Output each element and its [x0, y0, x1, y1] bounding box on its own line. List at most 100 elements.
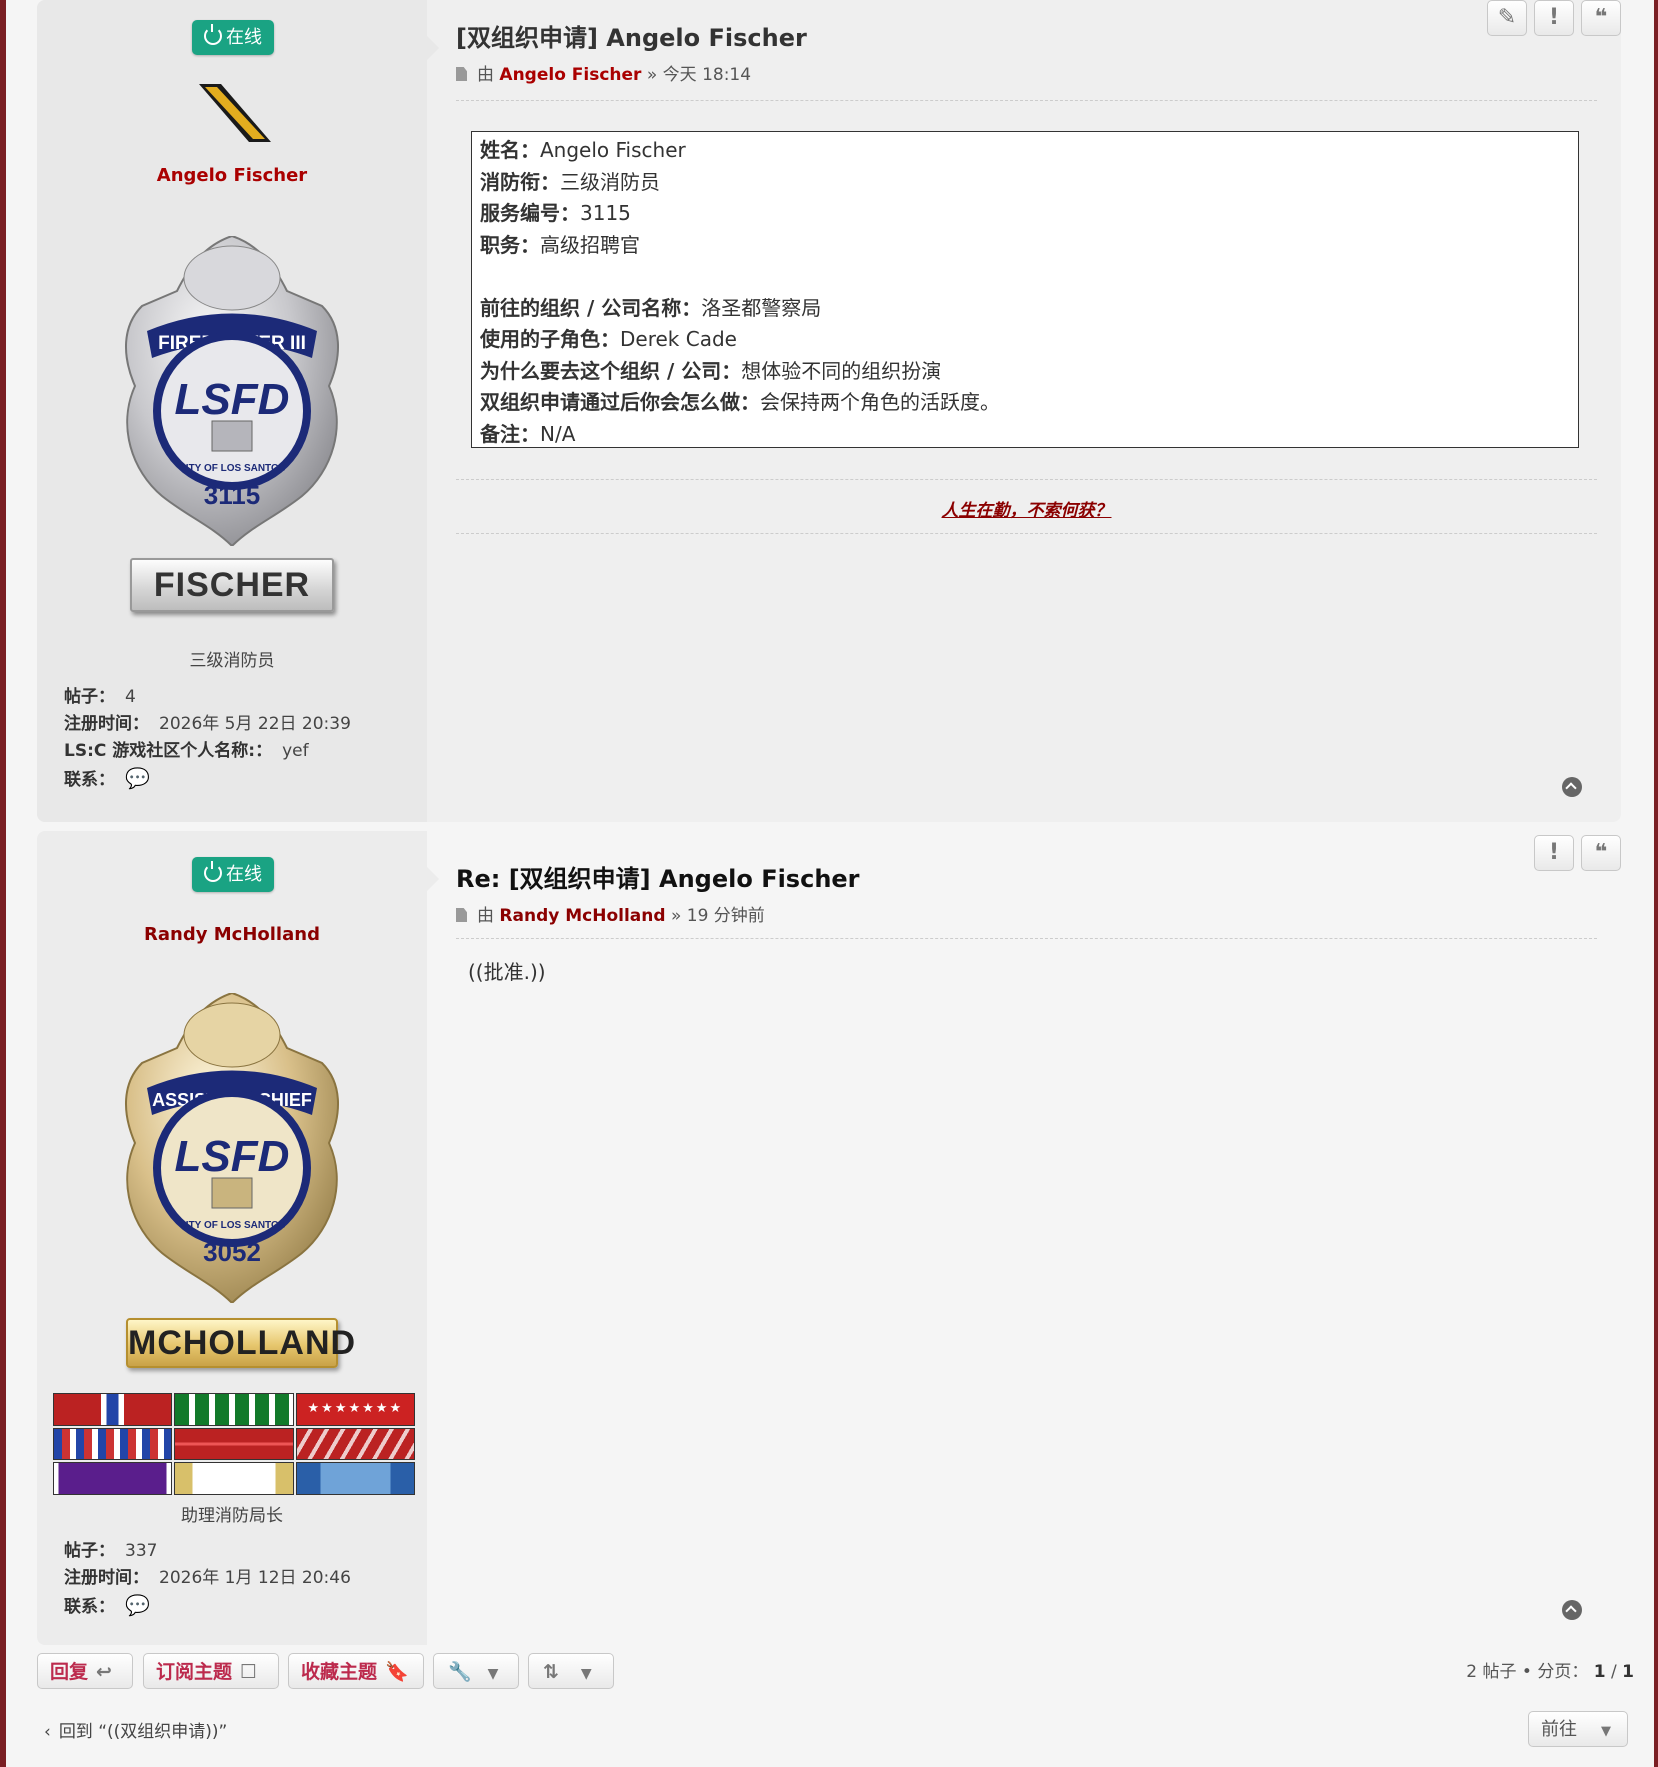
profile-stats: 帖子： 337 注册时间： 2026年 1月 12日 20:46 联系： 💬: [64, 1538, 351, 1621]
contact-icon[interactable]: 💬: [125, 766, 150, 790]
lsfd-badge-image: ASSISTANT CHIEF LSFD CITY OF LOS SANTOS …: [117, 991, 347, 1305]
divider: [456, 533, 1597, 534]
form-value: 想体验不同的组织扮演: [741, 358, 942, 383]
post-icon: [456, 67, 467, 81]
form-line: 职务：高级招聘官: [480, 230, 1570, 262]
form-label: 为什么要去这个组织 / 公司：: [480, 358, 742, 383]
wrench-icon: 🔧: [448, 1661, 472, 1683]
post-profile: 在线 Angelo Fischer FIREFIGHTER III LSFD: [37, 0, 439, 822]
back-to-top-icon[interactable]: [1562, 777, 1582, 797]
stat-joined: 注册时间： 2026年 5月 22日 20:39: [64, 714, 351, 734]
power-icon: [204, 861, 222, 882]
report-button[interactable]: !: [1534, 0, 1574, 36]
form-line: 双组织申请通过后你会怎么做：会保持两个角色的活跃度。: [480, 387, 1570, 419]
bookmark-topic-button[interactable]: 收藏主题 🔖: [288, 1653, 424, 1689]
ribbon: [174, 1427, 294, 1461]
svg-text:CITY OF LOS SANTOS: CITY OF LOS SANTOS: [179, 1220, 286, 1231]
checkbox-icon: ☐: [240, 1661, 258, 1683]
rank-title: 三级消防员: [189, 651, 275, 671]
form-value: N/A: [540, 421, 576, 446]
ribbon-rack-image: ★★★★★★★: [53, 1393, 415, 1495]
post-author-name[interactable]: Angelo Fischer: [37, 165, 427, 186]
svg-text:CITY OF LOS SANTOS: CITY OF LOS SANTOS: [179, 463, 286, 474]
edit-icon: ✎: [1497, 5, 1517, 30]
form-value: 会保持两个角色的活跃度。: [760, 390, 1000, 414]
stat-contact: 联系： 💬: [64, 1593, 150, 1617]
post-meta-author[interactable]: Angelo Fischer: [499, 65, 641, 85]
form-label: 双组织申请通过后你会怎么做：: [480, 390, 760, 414]
post-time: » 19 分钟前: [670, 906, 765, 926]
sort-icon: ⇅: [543, 1661, 559, 1683]
topic-tools-dropdown[interactable]: 🔧 ▼: [433, 1653, 519, 1689]
report-button[interactable]: !: [1534, 835, 1574, 871]
stat-lsc-name: LS:C 游戏社区个人名称:： yef: [64, 741, 309, 761]
pagination-info: 2 帖子 • 分页： 1 / 1: [1466, 1662, 1634, 1682]
quote-icon: ❝: [1594, 840, 1608, 865]
subscribe-topic-button[interactable]: 订阅主题 ☐: [143, 1653, 279, 1689]
back-to-forum-link[interactable]: ‹ 回到 “((双组织申请))”: [44, 1717, 227, 1742]
form-line: 服务编号：3115: [480, 198, 1570, 230]
application-form-box: 姓名：Angelo Fischer 消防衔：三级消防员 服务编号：3115 职务：高级…: [471, 131, 1579, 448]
lsfd-badge-image: FIREFIGHTER III LSFD CITY OF LOS SANTOS …: [117, 234, 347, 548]
report-icon: !: [1548, 840, 1560, 865]
online-status-badge: 在线: [192, 857, 274, 892]
stat-posts: 帖子： 4: [64, 687, 136, 707]
form-label: 备注：: [480, 421, 540, 446]
form-label: 服务编号：: [480, 201, 580, 225]
chevron-down-icon: ▼: [487, 1666, 499, 1682]
form-value: Derek Cade: [620, 327, 737, 351]
divider: [456, 100, 1597, 101]
form-value: 3115: [580, 201, 631, 225]
reply-icon: ↩: [96, 1661, 112, 1683]
window-frame-right: [1654, 0, 1658, 1767]
form-line: [480, 261, 1570, 293]
stat-joined: 注册时间： 2026年 1月 12日 20:46: [64, 1568, 351, 1588]
post-author-name[interactable]: Randy McHolland: [37, 924, 427, 945]
ribbon: ★★★★★★★: [295, 1393, 415, 1426]
bookmark-icon: 🔖: [385, 1661, 409, 1683]
nameplate-image: MCHOLLAND: [37, 1318, 427, 1368]
post-content: Re: [双组织申请] Angelo Fischer 由 Randy McHol…: [456, 831, 1597, 1645]
reply-button[interactable]: 回复 ↩: [37, 1653, 133, 1689]
post-title[interactable]: Re: [双组织申请] Angelo Fischer: [456, 859, 860, 894]
post: 在线 Randy McHolland ASSISTANT CHIEF LSFD …: [37, 831, 1621, 1645]
signature[interactable]: 人生在勤，不索何获？: [456, 496, 1597, 521]
form-line: 为什么要去这个组织 / 公司：想体验不同的组织扮演: [480, 356, 1570, 388]
form-value: 三级消防员: [560, 169, 660, 194]
sort-options-dropdown[interactable]: ⇅ ▼: [528, 1653, 614, 1689]
quote-button[interactable]: ❝: [1581, 835, 1621, 871]
post-time: » 今天 18:14: [646, 65, 752, 85]
svg-text:LSFD: LSFD: [175, 1132, 290, 1181]
edit-button[interactable]: ✎: [1487, 0, 1527, 36]
post: 在线 Angelo Fischer FIREFIGHTER III LSFD: [37, 0, 1621, 822]
profile-stats: 帖子： 4 注册时间： 2026年 5月 22日 20:39 LS:C 游戏社区个人…: [64, 684, 351, 794]
ribbon: [53, 1462, 173, 1495]
form-value: Angelo Fischer: [540, 138, 686, 162]
ribbon: [174, 1393, 294, 1426]
post-meta: 由 Angelo Fischer » 今天 18:14: [456, 60, 751, 85]
svg-text:3052: 3052: [203, 1237, 261, 1267]
post-icon: [456, 908, 467, 922]
post-body: ((批准.)): [468, 960, 546, 984]
form-value: 高级招聘官: [540, 232, 640, 257]
rank-title: 助理消防局长: [181, 1506, 283, 1526]
post-meta-author[interactable]: Randy McHolland: [499, 906, 665, 926]
form-line: 备注：N/A: [480, 419, 1570, 451]
form-line: 姓名：Angelo Fischer: [480, 135, 1570, 167]
stat-contact: 联系： 💬: [64, 766, 150, 790]
nameplate-image: FISCHER: [37, 558, 427, 612]
form-line: 前往的组织 / 公司名称：洛圣都警察局: [480, 293, 1570, 325]
post-title[interactable]: [双组织申请] Angelo Fischer: [456, 18, 807, 53]
ribbon: [295, 1462, 415, 1495]
svg-text:LSFD: LSFD: [175, 375, 290, 424]
ribbon: [53, 1393, 173, 1426]
contact-icon[interactable]: 💬: [125, 1593, 150, 1617]
back-to-top-icon[interactable]: [1562, 1600, 1582, 1620]
window-frame-left: [0, 0, 6, 1767]
jump-to-dropdown[interactable]: 前往 ▼: [1528, 1711, 1628, 1747]
quote-button[interactable]: ❝: [1581, 0, 1621, 36]
form-label: 消防衔：: [480, 169, 560, 194]
online-status-badge: 在线: [192, 20, 274, 55]
form-label: 前往的组织 / 公司名称：: [480, 295, 702, 320]
form-label: 姓名：: [480, 138, 540, 162]
